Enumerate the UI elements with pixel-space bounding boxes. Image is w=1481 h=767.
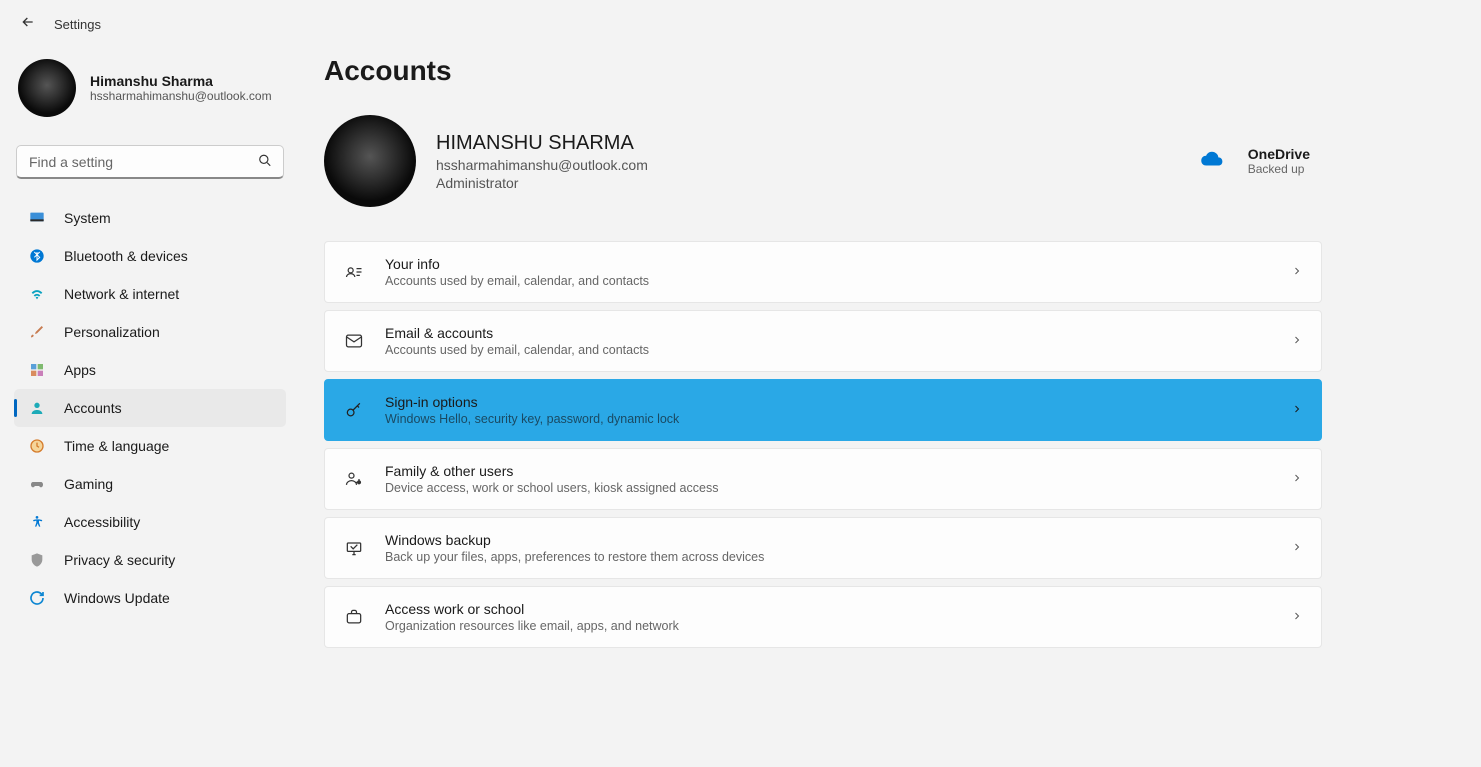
brush-icon [28, 323, 46, 341]
cloud-icon [1198, 148, 1224, 174]
card-sign-in-options[interactable]: Sign-in options Windows Hello, security … [324, 379, 1322, 441]
search-icon [258, 154, 272, 171]
card-windows-backup[interactable]: Windows backup Back up your files, apps,… [324, 517, 1322, 579]
user-name: Himanshu Sharma [90, 73, 272, 89]
card-title: Family & other users [385, 463, 1271, 479]
card-title: Your info [385, 256, 1271, 272]
account-email: hssharmahimanshu@outlook.com [436, 157, 648, 173]
nav-label: Accounts [64, 400, 122, 416]
nav-label: Bluetooth & devices [64, 248, 188, 264]
page-title: Accounts [324, 55, 1481, 87]
backup-icon [343, 538, 365, 558]
chevron-right-icon [1291, 471, 1303, 487]
avatar-large [324, 115, 416, 207]
chevron-right-icon [1291, 333, 1303, 349]
sidebar-item-personalization[interactable]: Personalization [14, 313, 286, 351]
card-email-accounts[interactable]: Email & accounts Accounts used by email,… [324, 310, 1322, 372]
card-subtitle: Back up your files, apps, preferences to… [385, 550, 1271, 564]
window-title: Settings [54, 17, 101, 32]
back-button[interactable] [20, 14, 36, 35]
chevron-right-icon [1291, 402, 1303, 418]
nav-label: Gaming [64, 476, 113, 492]
avatar [18, 59, 76, 117]
sidebar-item-time-language[interactable]: Time & language [14, 427, 286, 465]
nav-label: Windows Update [64, 590, 170, 606]
user-email: hssharmahimanshu@outlook.com [90, 89, 272, 103]
nav-label: Privacy & security [64, 552, 175, 568]
card-title: Windows backup [385, 532, 1271, 548]
onedrive-status-text: Backed up [1248, 162, 1310, 176]
main-content: Accounts HIMANSHU SHARMA hssharmahimansh… [310, 49, 1481, 651]
sidebar-item-system[interactable]: System [14, 199, 286, 237]
person-icon [28, 399, 46, 417]
nav-label: Personalization [64, 324, 160, 340]
nav-label: Network & internet [64, 286, 179, 302]
clock-globe-icon [28, 437, 46, 455]
user-profile[interactable]: Himanshu Sharma hssharmahimanshu@outlook… [14, 49, 310, 137]
card-subtitle: Accounts used by email, calendar, and co… [385, 343, 1271, 357]
sidebar-item-accessibility[interactable]: Accessibility [14, 503, 286, 541]
search-input[interactable] [16, 145, 284, 179]
sidebar-item-accounts[interactable]: Accounts [14, 389, 286, 427]
sidebar-item-privacy[interactable]: Privacy & security [14, 541, 286, 579]
sidebar-item-apps[interactable]: Apps [14, 351, 286, 389]
account-role: Administrator [436, 175, 648, 191]
card-family-users[interactable]: Family & other users Device access, work… [324, 448, 1322, 510]
accessibility-icon [28, 513, 46, 531]
key-icon [343, 400, 365, 420]
mail-icon [343, 331, 365, 351]
bluetooth-icon [28, 247, 46, 265]
card-title: Email & accounts [385, 325, 1271, 341]
chevron-right-icon [1291, 540, 1303, 556]
shield-icon [28, 551, 46, 569]
sidebar-item-network[interactable]: Network & internet [14, 275, 286, 313]
chevron-right-icon [1291, 609, 1303, 625]
card-subtitle: Device access, work or school users, kio… [385, 481, 1271, 495]
account-summary: HIMANSHU SHARMA hssharmahimanshu@outlook… [324, 115, 648, 207]
card-subtitle: Organization resources like email, apps,… [385, 619, 1271, 633]
card-subtitle: Windows Hello, security key, password, d… [385, 412, 1271, 426]
card-work-school[interactable]: Access work or school Organization resou… [324, 586, 1322, 648]
gamepad-icon [28, 475, 46, 493]
update-icon [28, 589, 46, 607]
sidebar-item-bluetooth[interactable]: Bluetooth & devices [14, 237, 286, 275]
nav-label: Accessibility [64, 514, 140, 530]
onedrive-status[interactable]: OneDrive Backed up [1198, 146, 1322, 176]
briefcase-icon [343, 607, 365, 627]
wifi-icon [28, 285, 46, 303]
card-subtitle: Accounts used by email, calendar, and co… [385, 274, 1271, 288]
apps-icon [28, 361, 46, 379]
card-title: Sign-in options [385, 394, 1271, 410]
display-icon [28, 209, 46, 227]
sidebar-item-windows-update[interactable]: Windows Update [14, 579, 286, 617]
chevron-right-icon [1291, 264, 1303, 280]
card-title: Access work or school [385, 601, 1271, 617]
onedrive-title: OneDrive [1248, 146, 1310, 162]
nav-label: Time & language [64, 438, 169, 454]
account-name: HIMANSHU SHARMA [436, 132, 648, 155]
card-your-info[interactable]: Your info Accounts used by email, calend… [324, 241, 1322, 303]
sidebar: Himanshu Sharma hssharmahimanshu@outlook… [0, 49, 310, 651]
nav-label: System [64, 210, 111, 226]
person-card-icon [343, 262, 365, 282]
family-icon [343, 469, 365, 489]
nav-label: Apps [64, 362, 96, 378]
sidebar-item-gaming[interactable]: Gaming [14, 465, 286, 503]
